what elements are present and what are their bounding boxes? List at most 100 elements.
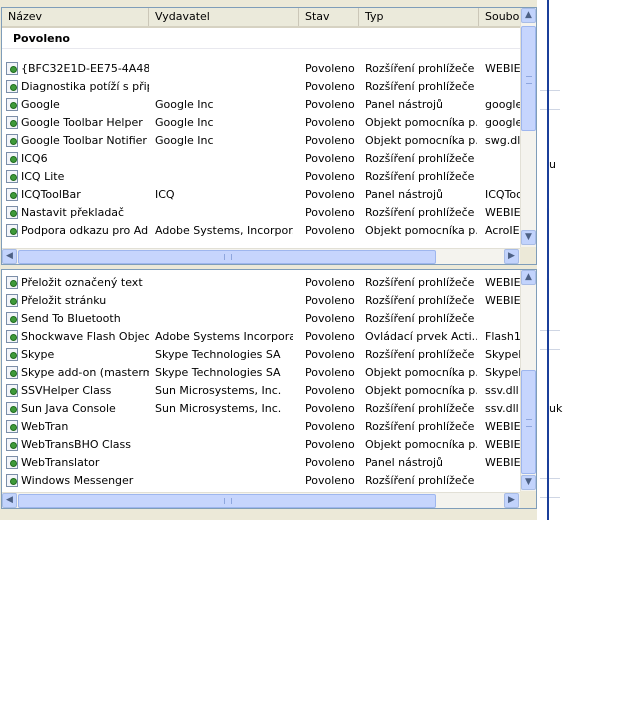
scroll-right-icon[interactable]: ▶	[504, 493, 519, 508]
addon-icon	[6, 294, 18, 307]
addon-status: Povoleno	[305, 134, 355, 147]
horizontal-scrollbar[interactable]: ◀ ▶	[2, 248, 521, 264]
addon-icon	[6, 384, 18, 397]
addon-icon	[6, 366, 18, 379]
list-item[interactable]: SSVHelper Class Sun Microsystems, Inc. Pov…	[2, 382, 521, 400]
list-item[interactable]: Přeložit označený text Povoleno Rozšíření …	[2, 274, 521, 292]
scroll-left-icon[interactable]: ◀	[2, 493, 17, 508]
addon-name: Skype	[21, 348, 55, 361]
addon-status: Povoleno	[305, 62, 355, 75]
scrollbar-thumb[interactable]	[521, 370, 536, 474]
addon-name: ICQToolBar	[21, 188, 81, 201]
addon-file: googleT	[485, 98, 521, 111]
addon-status: Povoleno	[305, 456, 355, 469]
addon-type: Objekt pomocníka p...	[365, 366, 477, 379]
column-header: Název Vydavatel Stav Typ Soubo	[2, 8, 520, 28]
scroll-left-icon[interactable]: ◀	[2, 249, 17, 264]
list-item[interactable]: Google Toolbar Notifier ... Google Inc Pov…	[2, 132, 521, 150]
addon-type: Panel nástrojů	[365, 456, 443, 469]
addon-publisher: ICQ	[155, 188, 175, 201]
addon-icon	[6, 206, 18, 219]
addon-file: SkypeI	[485, 348, 521, 361]
addon-type: Rozšíření prohlížeče	[365, 276, 475, 289]
addon-name: Diagnostika potíží s přip...	[21, 80, 149, 93]
addon-icon	[6, 134, 18, 147]
addon-publisher: Skype Technologies SA	[155, 366, 281, 379]
addon-publisher: Google Inc	[155, 134, 214, 147]
list-item[interactable]: Skype add-on (masterm... Skype Technologi…	[2, 364, 521, 382]
list-item[interactable]: Google Google Inc Povoleno Panel nástrojů go…	[2, 96, 521, 114]
addon-type: Rozšíření prohlížeče	[365, 348, 475, 361]
column-header-name[interactable]: Název	[2, 8, 149, 26]
addons-list-top[interactable]: Název Vydavatel Stav Typ Soubo Povoleno …	[1, 7, 537, 265]
addon-icon	[6, 98, 18, 111]
addon-name: SSVHelper Class	[21, 384, 112, 397]
addon-type: Objekt pomocníka p...	[365, 134, 477, 147]
list-item[interactable]: WebTran Povoleno Rozšíření prohlížeče WEBIE	[2, 418, 521, 436]
addon-icon	[6, 224, 18, 237]
scroll-up-icon[interactable]: ▲	[521, 8, 536, 23]
list-item[interactable]: WebTransBHO Class Povoleno Objekt pomocník…	[2, 436, 521, 454]
list-item[interactable]: Nastavit překladač Povoleno Rozšíření proh…	[2, 204, 521, 222]
column-header-status[interactable]: Stav	[299, 8, 359, 26]
addon-file: WEBIE	[485, 206, 521, 219]
list-item[interactable]: Skype Skype Technologies SA Povoleno Rozšíř…	[2, 346, 521, 364]
addon-status: Povoleno	[305, 80, 355, 93]
list-item[interactable]: Windows Messenger Povoleno Rozšíření prohl…	[2, 472, 521, 490]
scrollbar-thumb[interactable]	[18, 250, 436, 264]
list-item[interactable]: ICQ Lite Povoleno Rozšíření prohlížeče	[2, 168, 521, 186]
addon-file: AcroIE	[485, 224, 520, 237]
list-item[interactable]: Sun Java Console Sun Microsystems, Inc. Po…	[2, 400, 521, 418]
list-item[interactable]: Diagnostika potíží s přip... Povoleno Rozš…	[2, 78, 521, 96]
addon-type: Objekt pomocníka p...	[365, 384, 477, 397]
addon-file: WEBIE	[485, 456, 521, 469]
addon-icon	[6, 348, 18, 361]
scrollbar-corner	[520, 247, 536, 264]
list-item[interactable]: ICQToolBar ICQ Povoleno Panel nástrojů ICQTo…	[2, 186, 521, 204]
addon-name: Send To Bluetooth	[21, 312, 121, 325]
addon-name: WebTransBHO Class	[21, 438, 131, 451]
list-item[interactable]: Send To Bluetooth Povoleno Rozšíření prohl…	[2, 310, 521, 328]
addon-type: Ovládací prvek Acti...	[365, 330, 477, 343]
background-text-2: uk	[549, 402, 563, 415]
addon-publisher: Skype Technologies SA	[155, 348, 281, 361]
addon-type: Rozšíření prohlížeče	[365, 206, 475, 219]
vertical-scrollbar[interactable]: ▲ ▼	[520, 8, 536, 248]
addon-status: Povoleno	[305, 474, 355, 487]
background-text-1: u	[549, 158, 556, 171]
scroll-down-icon[interactable]: ▼	[521, 230, 536, 245]
list-item[interactable]: Google Toolbar Helper Google Inc Povoleno O…	[2, 114, 521, 132]
list-item[interactable]: WebTranslator Povoleno Panel nástrojů WEBIE	[2, 454, 521, 472]
addon-publisher: Google Inc	[155, 116, 214, 129]
addon-icon	[6, 116, 18, 129]
list-item[interactable]: Podpora odkazu pro Ad... Adobe Systems, I…	[2, 222, 521, 240]
list-item[interactable]: Přeložit stránku Povoleno Rozšíření prohlí…	[2, 292, 521, 310]
scroll-right-icon[interactable]: ▶	[504, 249, 519, 264]
group-divider	[2, 48, 521, 49]
addon-name: Sun Java Console	[21, 402, 116, 415]
addons-list-bottom[interactable]: Přeložit označený text Povoleno Rozšíření …	[1, 269, 537, 509]
addon-name: Přeložit označený text	[21, 276, 143, 289]
list-item[interactable]: Shockwave Flash Object Adobe Systems Inco…	[2, 328, 521, 346]
addon-type: Rozšíření prohlížeče	[365, 62, 475, 75]
scrollbar-thumb[interactable]	[18, 494, 436, 508]
addon-type: Rozšíření prohlížeče	[365, 420, 475, 433]
addon-status: Povoleno	[305, 348, 355, 361]
addon-publisher: Adobe Systems Incorpora...	[155, 330, 293, 343]
column-header-publisher[interactable]: Vydavatel	[149, 8, 299, 26]
scrollbar-thumb[interactable]	[521, 26, 536, 131]
scroll-down-icon[interactable]: ▼	[521, 475, 536, 490]
addon-name: Nastavit překladač	[21, 206, 125, 219]
addon-publisher: Google Inc	[155, 98, 214, 111]
addon-status: Povoleno	[305, 116, 355, 129]
list-item[interactable]: ICQ6 Povoleno Rozšíření prohlížeče	[2, 150, 521, 168]
addon-file: WEBIE	[485, 276, 521, 289]
addon-status: Povoleno	[305, 294, 355, 307]
addon-publisher: Sun Microsystems, Inc.	[155, 402, 282, 415]
column-header-type[interactable]: Typ	[359, 8, 479, 26]
horizontal-scrollbar[interactable]: ◀ ▶	[2, 492, 521, 508]
scroll-up-icon[interactable]: ▲	[521, 270, 536, 285]
addon-status: Povoleno	[305, 402, 355, 415]
vertical-scrollbar[interactable]: ▲ ▼	[520, 270, 536, 492]
list-item[interactable]: {BFC32E1D-EE75-4A48... Povoleno Rozšíření …	[2, 60, 521, 78]
